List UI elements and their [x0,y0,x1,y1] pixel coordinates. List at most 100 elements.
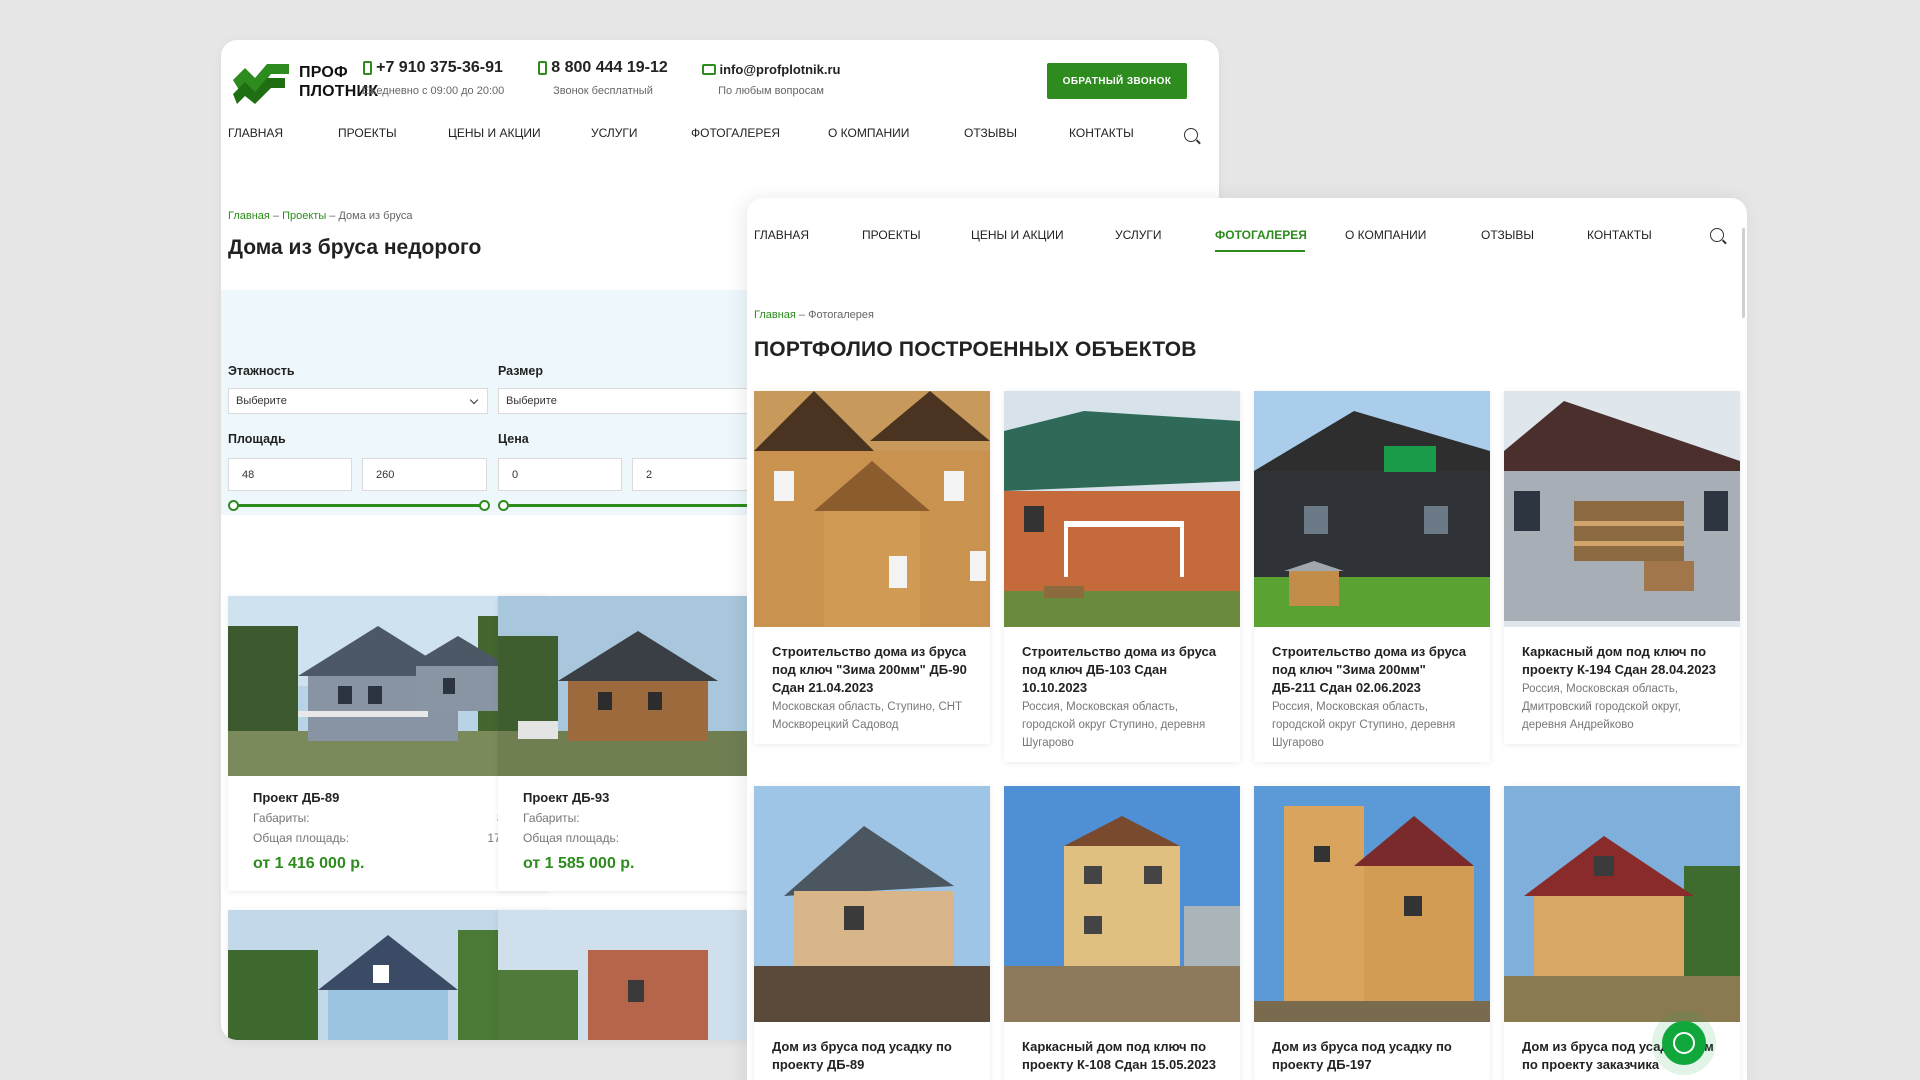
breadcrumb-sep: – [269,210,283,222]
gallery-photo [1004,391,1240,627]
project-title[interactable]: Проект ДБ-89 [253,790,523,805]
floors-label: Этажность [228,364,295,378]
gallery-card-title[interactable]: Каркасный дом под ключ по проекту К-194 … [1522,643,1722,679]
dim-label: Габариты: [523,811,580,825]
nav-projects[interactable]: ПРОЕКТЫ [338,126,448,140]
area-slider-max-handle[interactable] [479,500,490,511]
gallery-card-title[interactable]: Каркасный дом под ключ по проекту К-108 … [1022,1038,1222,1074]
phone-2-number[interactable]: 8 800 444 19-12 [551,59,668,77]
whatsapp-icon[interactable] [1662,1021,1706,1065]
size-label: Размер [498,364,544,378]
breadcrumb: Главная – Проекты – Дома из бруса [228,210,412,222]
gallery-card-title[interactable]: Строительство дома из бруса под ключ "Зи… [772,643,972,697]
gallery-card-location: Россия, Московская область, Дмитровский … [1522,683,1681,731]
gallery-card-title[interactable]: Строительство дома из бруса под ключ ДБ-… [1022,643,1222,697]
phone-icon [538,61,548,75]
callback-button[interactable]: ОБРАТНЫЙ ЗВОНОК [1047,63,1187,99]
phone-1-hours: Ежедневно с 09:00 до 20:00 [361,85,505,97]
phone-1-number[interactable]: +7 910 375-36-91 [376,59,503,77]
gallery-photo [1004,786,1240,1022]
gallery-nav: ГЛАВНАЯ ПРОЕКТЫ ЦЕНЫ И АКЦИИ УСЛУГИ ФОТО… [754,228,1677,252]
size-select-value: Выберите [506,395,557,407]
gallery-card[interactable]: Строительство дома из бруса под ключ ДБ-… [1004,391,1240,762]
nav-home[interactable]: ГЛАВНАЯ [754,228,862,252]
gallery-card-location: Россия, Московская область, городской ок… [1022,701,1206,749]
area-slider-min-handle[interactable] [228,500,239,511]
gallery-photo [1254,786,1490,1022]
breadcrumb-sep: – [795,309,809,321]
nav-prices[interactable]: ЦЕНЫ И АКЦИИ [448,126,591,140]
site-header: ПРОФ ПЛОТНИК +7 910 375-36-91 Ежедневно … [221,40,1219,190]
breadcrumb-projects[interactable]: Проекты [282,210,326,222]
nav-services[interactable]: УСЛУГИ [591,126,691,140]
mail-icon [701,64,716,75]
area-label: Площадь [228,432,286,446]
gallery-card[interactable]: Строительство дома из бруса под ключ "Зи… [754,391,990,744]
nav-contacts[interactable]: КОНТАКТЫ [1069,126,1159,140]
nav-contacts[interactable]: КОНТАКТЫ [1587,228,1677,252]
breadcrumb: Главная – Фотогалерея [754,309,874,321]
price-slider-track[interactable] [503,504,757,507]
nav-reviews[interactable]: ОТЗЫВЫ [964,126,1069,140]
nav-prices[interactable]: ЦЕНЫ И АКЦИИ [971,228,1115,252]
size-select[interactable]: Выберите [498,388,758,414]
page-title: Дома из бруса недорого [228,236,482,259]
gallery-card-location: Московская область, Ступино, СНТ Москвор… [772,701,963,731]
dim-label: Габариты: [253,811,310,825]
contact-phone-2[interactable]: 8 800 444 19-12 Звонок бесплатный [513,59,693,97]
contact-phone-1[interactable]: +7 910 375-36-91 Ежедневно с 09:00 до 20… [343,59,523,97]
nav-projects[interactable]: ПРОЕКТЫ [862,228,971,252]
breadcrumb-home[interactable]: Главная [754,309,796,321]
nav-gallery[interactable]: ФОТОГАЛЕРЕЯ [691,126,828,140]
gallery-card[interactable]: Строительство дома из бруса под ключ "Зи… [1254,391,1490,762]
phone-icon [363,61,373,75]
breadcrumb-home[interactable]: Главная [228,210,270,222]
nav-about[interactable]: О КОМПАНИИ [1345,228,1481,252]
gallery-page-window: ГЛАВНАЯ ПРОЕКТЫ ЦЕНЫ И АКЦИИ УСЛУГИ ФОТО… [747,198,1747,1080]
nav-services[interactable]: УСЛУГИ [1115,228,1215,252]
breadcrumb-sep: – [326,210,339,222]
area-min-input[interactable]: 48 [228,458,352,491]
gallery-card-title[interactable]: Дом из бруса под усадку по проекту ДБ-19… [1272,1038,1472,1074]
area-slider-track[interactable] [233,504,484,507]
gallery-photo [1504,391,1740,627]
gallery-card-title[interactable]: Дом из бруса под усадку по проекту ДБ-89 [772,1038,972,1074]
chevron-down-icon [469,395,479,405]
contact-email[interactable]: info@profplotnik.ru По любым вопросам [681,62,861,97]
breadcrumb-current: Фотогалерея [808,309,874,321]
area-label: Общая площадь: [523,831,620,845]
phone-2-note: Звонок бесплатный [553,85,653,97]
gallery-photo [1504,786,1740,1022]
price-label: Цена [498,432,529,446]
email-note: По любым вопросам [718,85,824,97]
nav-reviews[interactable]: ОТЗЫВЫ [1481,228,1587,252]
nav-home[interactable]: ГЛАВНАЯ [228,126,338,140]
gallery-photo [754,391,990,627]
email-address[interactable]: info@profplotnik.ru [720,62,841,77]
page-title: ПОРТФОЛИО ПОСТРОЕННЫХ ОБЪЕКТОВ [754,338,1197,361]
gallery-photo [754,786,990,1022]
price-min-input[interactable]: 0 [498,458,622,491]
breadcrumb-current: Дома из бруса [338,210,413,222]
area-max-input[interactable]: 260 [362,458,487,491]
gallery-card-title[interactable]: Строительство дома из бруса под ключ "Зи… [1272,643,1472,697]
gallery-card[interactable]: Каркасный дом под ключ по проекту К-108 … [1004,786,1240,1080]
gallery-card-location: Россия, Московская область, городской ок… [1272,701,1456,749]
floors-select-value: Выберите [236,395,287,407]
search-icon[interactable] [1184,128,1198,142]
project-price: от 1 416 000 р. [253,855,365,872]
gallery-card[interactable]: Дом из бруса под усадку по проекту ДБ-19… [1254,786,1490,1080]
floors-select[interactable]: Выберите [228,388,488,414]
logo-mark-icon [233,64,289,104]
gallery-photo [1254,391,1490,627]
price-slider-min-handle[interactable] [498,500,509,511]
nav-about[interactable]: О КОМПАНИИ [828,126,964,140]
gallery-card[interactable]: Дом из бруса под усадку по проекту ДБ-89 [754,786,990,1080]
main-nav: ГЛАВНАЯ ПРОЕКТЫ ЦЕНЫ И АКЦИИ УСЛУГИ ФОТО… [228,126,1159,140]
search-icon[interactable] [1710,228,1724,242]
nav-gallery-active[interactable]: ФОТОГАЛЕРЕЯ [1215,228,1307,252]
gallery-card[interactable]: Каркасный дом под ключ по проекту К-194 … [1504,391,1740,744]
scrollbar[interactable] [1742,228,1745,318]
price-max-input[interactable]: 2 [632,458,757,491]
area-label: Общая площадь: [253,831,350,845]
